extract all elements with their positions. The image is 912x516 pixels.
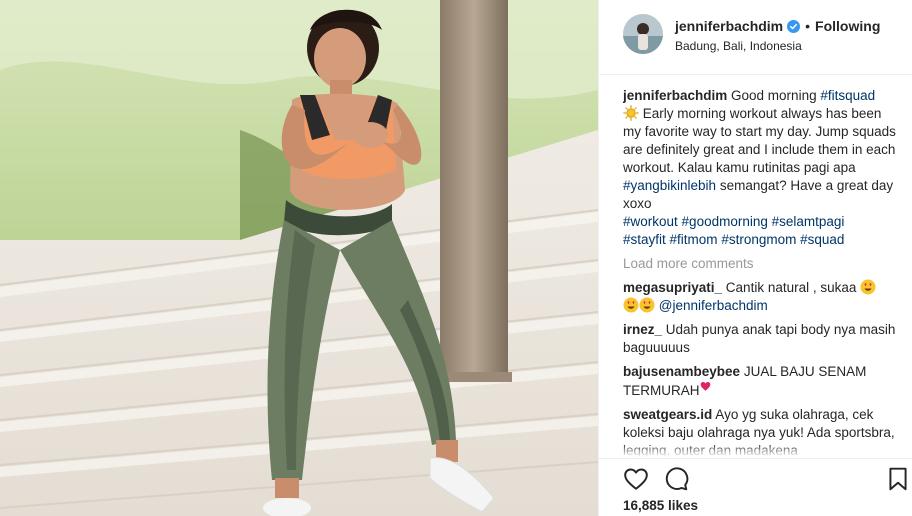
mention-link[interactable]: @jenniferbachdim (659, 298, 768, 313)
heart-eyes-emoji-icon (860, 279, 876, 295)
hashtag-link[interactable]: #stayfit (623, 232, 666, 247)
hashtag-link[interactable]: #workout (623, 214, 678, 229)
caption-text-2: Early morning workout always has been my… (623, 106, 896, 175)
verified-badge-icon (787, 19, 801, 33)
comment-item: irnez_ Udah punya anak tapi body nya mas… (623, 321, 899, 357)
load-more-comments-button[interactable]: Load more comments (623, 255, 899, 273)
hashtag-link[interactable]: #yangbikinlebih (623, 178, 716, 193)
comments-section[interactable]: jenniferbachdim Good morning #fitsquad E… (623, 87, 899, 457)
woman-exercising-photo (0, 0, 598, 516)
comment-username[interactable]: sweatgears.id (623, 407, 712, 422)
header-user-row: jenniferbachdim • Following (675, 18, 880, 34)
post-header: jenniferbachdim • Following Badung, Bali… (599, 0, 912, 75)
hashtag-link[interactable]: #fitmom (670, 232, 718, 247)
comment-text: Cantik natural , sukaa (722, 280, 861, 295)
following-button[interactable]: Following (815, 18, 880, 34)
location-link[interactable]: Badung, Bali, Indonesia (675, 39, 802, 53)
hashtag-link[interactable]: #fitsquad (820, 88, 875, 103)
post-photo[interactable] (0, 0, 598, 516)
heart-icon[interactable] (623, 466, 649, 492)
hashtag-link[interactable]: #selamtpagi (772, 214, 845, 229)
comment-text: Udah punya anak tapi body nya masih bagu… (623, 322, 896, 355)
heart-eyes-emoji-icon (623, 297, 639, 313)
hashtag-link[interactable]: #squad (800, 232, 844, 247)
comment-item: megasupriyati_ Cantik natural , sukaa @j… (623, 279, 899, 315)
caption-text-1: Good morning (727, 88, 821, 103)
hashtag-link[interactable]: #strongmom (721, 232, 796, 247)
avatar[interactable] (623, 14, 663, 54)
avatar-image (623, 14, 663, 54)
comment-icon[interactable] (663, 466, 689, 492)
hashtag-link[interactable]: #goodmorning (682, 214, 768, 229)
header-username[interactable]: jenniferbachdim (675, 18, 783, 34)
sun-emoji-icon (623, 105, 639, 121)
caption-username[interactable]: jenniferbachdim (623, 88, 727, 103)
bookmark-icon[interactable] (885, 466, 911, 492)
post-caption: jenniferbachdim Good morning #fitsquad E… (623, 87, 899, 249)
comment-username[interactable]: megasupriyati_ (623, 280, 722, 295)
comment-username[interactable]: bajusenambeybee (623, 364, 740, 379)
heart-eyes-emoji-icon (639, 297, 655, 313)
separator-dot: • (805, 18, 811, 34)
comments-fade (623, 443, 899, 457)
post-actions: 16,885 likes (599, 458, 912, 516)
post-sidebar: jenniferbachdim • Following Badung, Bali… (598, 0, 912, 516)
red-heart-emoji-icon (700, 382, 710, 391)
comment-item: bajusenambeybee JUAL BAJU SENAM TERMURAH (623, 363, 899, 400)
comment-username[interactable]: irnez_ (623, 322, 662, 337)
likes-count[interactable]: 16,885 likes (623, 498, 698, 513)
